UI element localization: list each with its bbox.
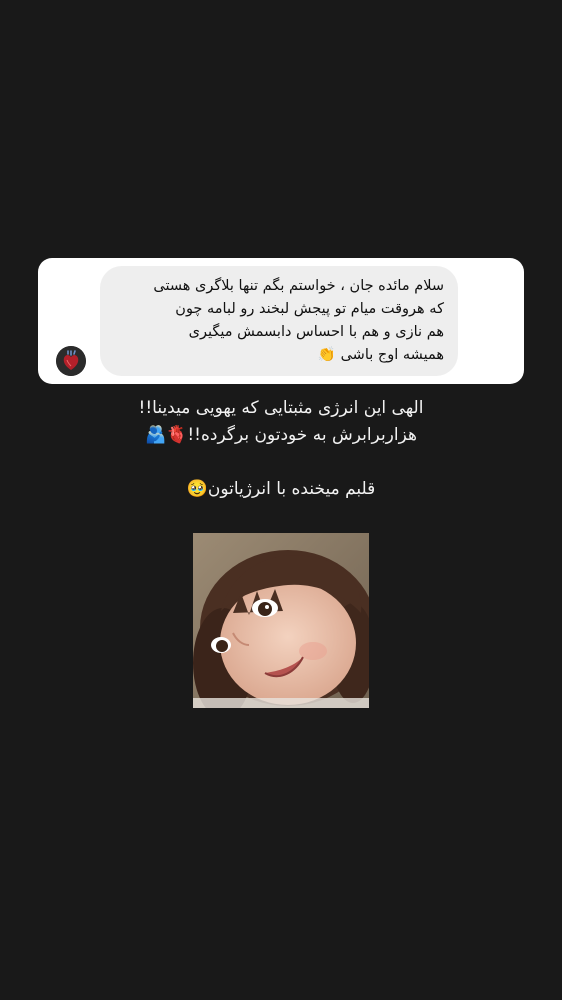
message-line: هم نازی و هم با احساس دابسمش میگیری (188, 324, 444, 340)
toddler-photo[interactable] (193, 533, 369, 708)
smiling-toddler-photo (193, 533, 369, 708)
message-line: سلام مائده جان ، خواستم بگم تنها بلاگری … (153, 278, 444, 294)
message-text: سلام مائده جان ، خواستم بگم تنها بلاگری … (104, 275, 444, 367)
reply-line: قلبم میخنده با انرژیاتون🥹 (186, 479, 376, 499)
message-line: که هروقت میام تو پیجش لبخند رو لبامه چون (175, 301, 444, 317)
reply-line: هزاربرابرش به خودتون برگرده!!🫀🫂 (145, 425, 417, 445)
sender-avatar[interactable] (56, 346, 86, 376)
anatomical-heart-icon (56, 346, 86, 376)
message-line: همیشه اوج باشی 👏 (317, 347, 444, 363)
reply-text: الهی این انرژی مثبتایی که یهویی میدینا!!… (0, 395, 562, 449)
reply-closing-text: قلبم میخنده با انرژیاتون🥹 (0, 476, 562, 503)
message-bubble: سلام مائده جان ، خواستم بگم تنها بلاگری … (100, 266, 458, 376)
question-card: سلام مائده جان ، خواستم بگم تنها بلاگری … (38, 258, 524, 384)
reply-line: الهی این انرژی مثبتایی که یهویی میدینا!! (138, 398, 424, 418)
